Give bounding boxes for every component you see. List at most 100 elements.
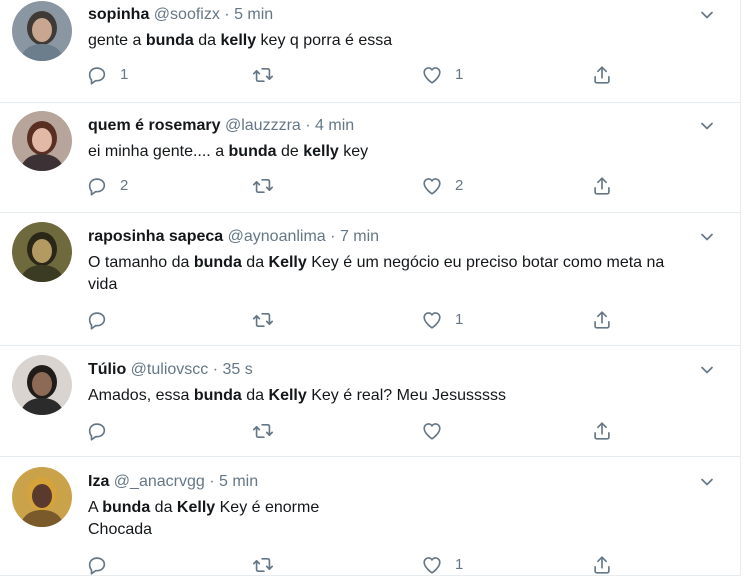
reply-button[interactable]: [86, 308, 108, 332]
share-button[interactable]: [591, 174, 613, 198]
heart-icon: [421, 420, 443, 442]
separator-dot: ·: [212, 361, 219, 378]
author-name[interactable]: Túlio: [88, 361, 126, 378]
reply-button[interactable]: 1: [86, 63, 128, 87]
share-button[interactable]: [591, 419, 613, 443]
text-segment: ei minha gente.... a: [88, 143, 229, 160]
avatar[interactable]: [12, 222, 72, 282]
text-segment: Key é real? Meu Jesusssss: [306, 387, 506, 404]
like-button[interactable]: 2: [421, 174, 463, 198]
text-segment: key q porra é essa: [256, 32, 393, 49]
text-segment: da: [241, 387, 269, 404]
text-segment: de: [276, 143, 304, 160]
avatar[interactable]: [12, 1, 72, 61]
tweet-feed: sopinha @soofizx · 5 min gente a bunda da…: [0, 0, 749, 576]
author-name[interactable]: raposinha sapeca: [88, 228, 223, 245]
text-segment: Key é enorme: [215, 499, 320, 516]
author-handle[interactable]: @lauzzzra: [225, 117, 301, 134]
tweet-actions: 1: [86, 308, 626, 332]
chevron-down-icon[interactable]: [697, 360, 717, 380]
like-count: 1: [455, 556, 464, 573]
highlight-keyword: bunda: [102, 499, 151, 516]
chevron-down-icon[interactable]: [697, 227, 717, 247]
heart-icon: [421, 175, 443, 197]
retweet-button[interactable]: [252, 308, 274, 332]
retweet-icon: [252, 64, 274, 86]
tweet-text: Amados, essa bunda da Kelly Key é real? …: [88, 385, 688, 407]
tweet-actions: [86, 419, 626, 443]
reply-icon: [86, 175, 108, 197]
tweet-item[interactable]: sopinha @soofizx · 5 min gente a bunda da…: [0, 0, 740, 103]
retweet-icon: [252, 420, 274, 442]
retweet-button[interactable]: [252, 63, 274, 87]
avatar[interactable]: [12, 467, 72, 527]
chevron-down-icon[interactable]: [697, 5, 717, 25]
text-segment: key: [338, 143, 369, 160]
timestamp[interactable]: 5 min: [219, 473, 258, 490]
reply-icon: [86, 309, 108, 331]
author-name[interactable]: Iza: [88, 473, 109, 490]
like-count: 1: [455, 66, 464, 83]
share-button[interactable]: [591, 308, 613, 332]
retweet-icon: [252, 175, 274, 197]
tweet-actions: 1: [86, 553, 626, 576]
tweet-header: sopinha @soofizx · 5 min: [88, 4, 273, 26]
tweet-header: raposinha sapeca @aynoanlima · 7 min: [88, 226, 379, 248]
highlight-keyword: kelly: [303, 143, 339, 160]
separator-dot: ·: [305, 117, 311, 134]
heart-icon: [421, 554, 443, 576]
reply-button[interactable]: 2: [86, 174, 128, 198]
author-name[interactable]: quem é rosemary: [88, 117, 221, 134]
retweet-button[interactable]: [252, 419, 274, 443]
timestamp[interactable]: 7 min: [340, 228, 379, 245]
author-handle[interactable]: @aynoanlima: [228, 228, 326, 245]
tweet-text: ei minha gente.... a bunda de kelly key: [88, 141, 688, 163]
tweet-text: O tamanho da bunda da Kelly Key é um neg…: [88, 252, 688, 296]
author-name[interactable]: sopinha: [88, 6, 149, 23]
share-button[interactable]: [591, 553, 613, 576]
avatar[interactable]: [12, 111, 72, 171]
author-handle[interactable]: @_anacrvgg: [114, 473, 205, 490]
share-icon: [591, 420, 613, 442]
like-button[interactable]: [421, 419, 443, 443]
author-handle[interactable]: @soofizx: [154, 6, 220, 23]
separator-dot: ·: [209, 473, 215, 490]
chevron-down-icon[interactable]: [697, 116, 717, 136]
text-segment: O tamanho da: [88, 254, 194, 271]
heart-icon: [421, 309, 443, 331]
share-button[interactable]: [591, 63, 613, 87]
retweet-button[interactable]: [252, 553, 274, 576]
retweet-button[interactable]: [252, 174, 274, 198]
separator-dot: ·: [330, 228, 336, 245]
reply-icon: [86, 64, 108, 86]
retweet-icon: [252, 554, 274, 576]
reply-button[interactable]: [86, 419, 108, 443]
reply-count: 2: [120, 177, 129, 194]
timestamp[interactable]: 35 s: [223, 361, 253, 378]
text-segment: A: [88, 499, 103, 516]
highlight-keyword: bunda: [193, 387, 242, 404]
tweet-actions: 11: [86, 63, 626, 87]
reply-button[interactable]: [86, 553, 108, 576]
tweet-item[interactable]: Iza @_anacrvgg · 5 min A bunda da Kelly K…: [0, 457, 740, 576]
timestamp[interactable]: 5 min: [234, 6, 273, 23]
highlight-keyword: bunda: [145, 32, 194, 49]
highlight-keyword: Kelly: [268, 254, 307, 271]
tweet-text: gente a bunda da kelly key q porra é ess…: [88, 30, 688, 52]
author-handle[interactable]: @tuliovscc: [131, 361, 209, 378]
tweet-item[interactable]: Túlio @tuliovscc · 35 s Amados, essa bund…: [0, 346, 740, 457]
like-count: 1: [455, 311, 464, 328]
share-icon: [591, 554, 613, 576]
chevron-down-icon[interactable]: [697, 472, 717, 492]
tweet-item[interactable]: quem é rosemary @lauzzzra · 4 min ei minh…: [0, 103, 740, 213]
like-button[interactable]: 1: [421, 63, 463, 87]
reply-count: 1: [120, 66, 129, 83]
avatar[interactable]: [12, 355, 72, 415]
highlight-keyword: bunda: [228, 143, 277, 160]
like-button[interactable]: 1: [421, 553, 463, 576]
timestamp[interactable]: 4 min: [315, 117, 354, 134]
tweet-item[interactable]: raposinha sapeca @aynoanlima · 7 min O ta…: [0, 213, 740, 346]
like-button[interactable]: 1: [421, 308, 463, 332]
timeline-edge: [740, 0, 741, 576]
text-segment: da: [193, 32, 221, 49]
